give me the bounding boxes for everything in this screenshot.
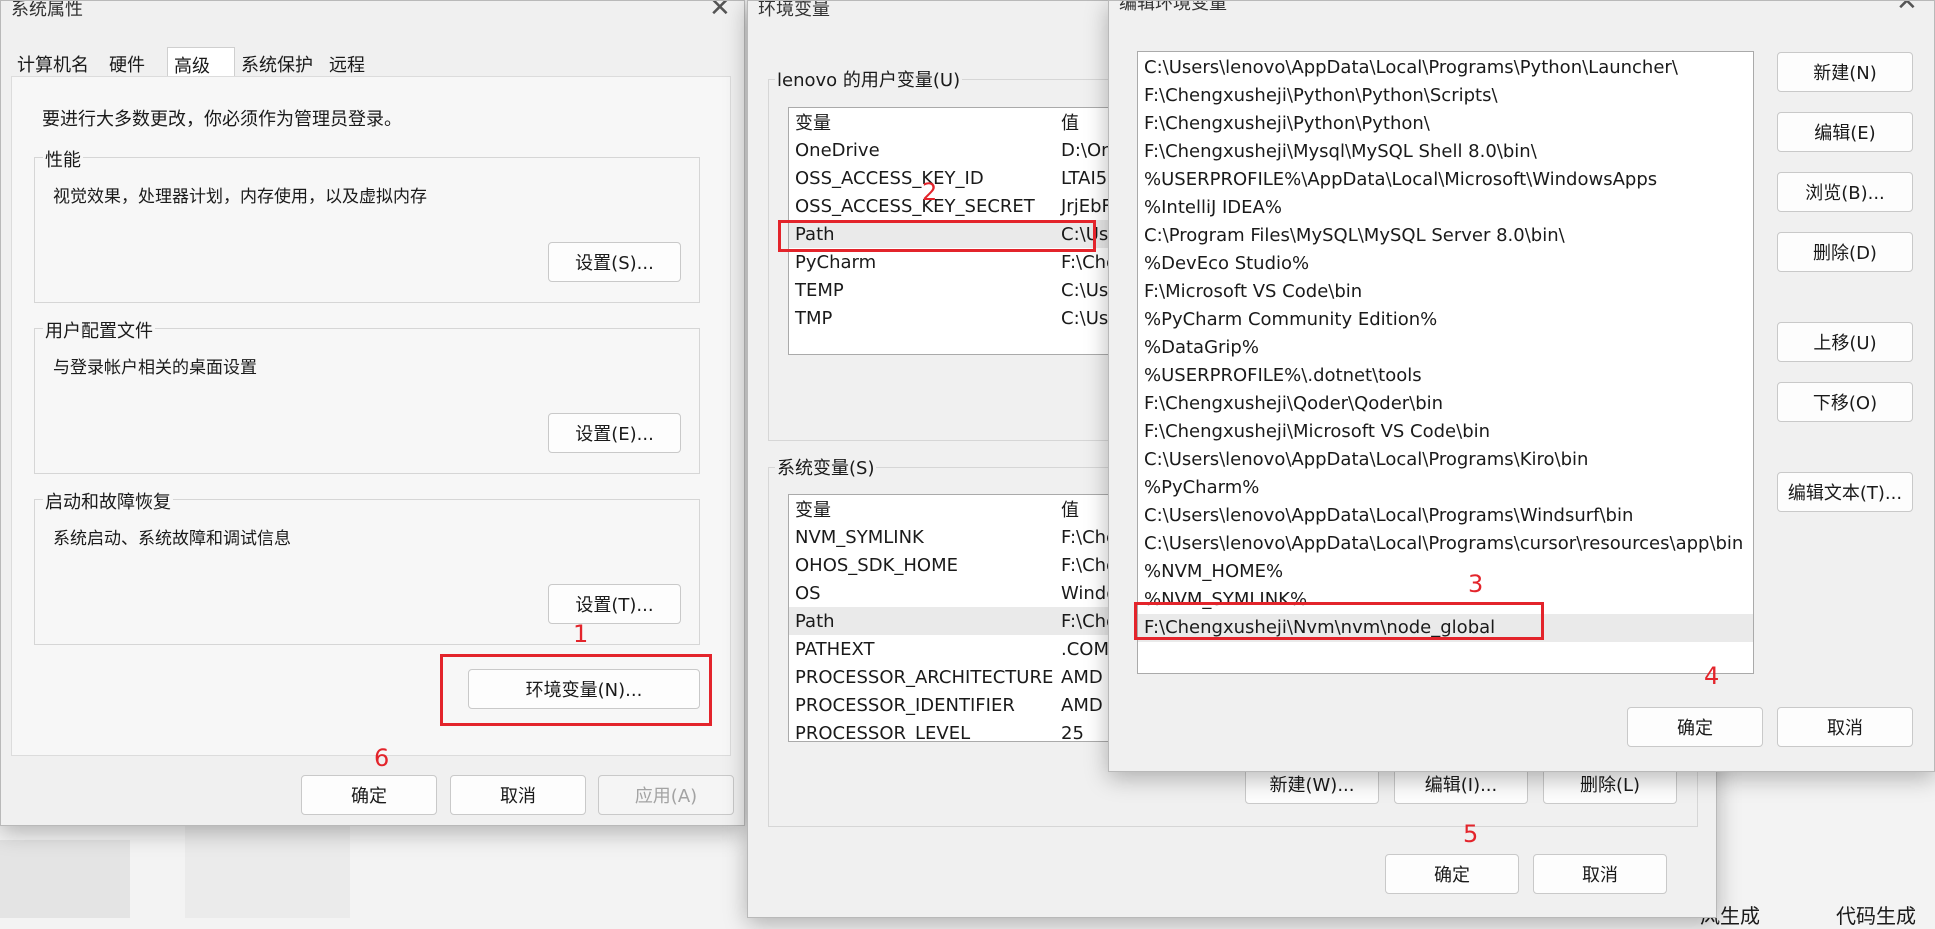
- header-value: 值: [1061, 500, 1079, 521]
- list-item[interactable]: C:\Users\lenovo\AppData\Local\Programs\c…: [1138, 530, 1753, 558]
- list-item[interactable]: F:\Chengxusheji\Microsoft VS Code\bin: [1138, 418, 1753, 446]
- list-item[interactable]: %USERPROFILE%\.dotnet\tools: [1138, 362, 1753, 390]
- edit-button[interactable]: 编辑(E): [1777, 112, 1913, 152]
- header-variable: 变量: [795, 500, 831, 521]
- annotation-number-6: 6: [374, 744, 390, 772]
- list-item[interactable]: F:\Chengxusheji\Python\Python\Scripts\: [1138, 82, 1753, 110]
- tab-system-protection[interactable]: 系统保护: [235, 47, 321, 77]
- delete-button[interactable]: 删除(D): [1777, 232, 1913, 272]
- edit-environment-variable-window: 编辑环境变量 ✕ C:\Users\lenovo\AppData\Local\P…: [1108, 0, 1935, 772]
- performance-settings-button[interactable]: 设置(S)...: [548, 242, 681, 282]
- list-item[interactable]: C:\Program Files\MySQL\MySQL Server 8.0\…: [1138, 222, 1753, 250]
- env-ok-button[interactable]: 确定: [1385, 854, 1519, 894]
- user-profile-desc: 与登录帐户相关的桌面设置: [53, 358, 257, 378]
- list-item[interactable]: C:\Users\lenovo\AppData\Local\Programs\P…: [1138, 54, 1753, 82]
- annotation-number-2: 2: [922, 178, 938, 206]
- background-blur-block-2: [185, 820, 350, 918]
- tab-computer-name[interactable]: 计算机名: [11, 47, 97, 77]
- tab-bar: 计算机名 硬件 高级 系统保护 远程: [11, 47, 373, 77]
- annotation-box-new-entry: [1134, 602, 1544, 640]
- annotation-number-4: 4: [1704, 662, 1720, 690]
- startup-settings-button[interactable]: 设置(T)...: [548, 584, 681, 624]
- ok-button[interactable]: 确定: [301, 775, 437, 815]
- list-item[interactable]: F:\Chengxusheji\Mysql\MySQL Shell 8.0\bi…: [1138, 138, 1753, 166]
- list-item[interactable]: F:\Microsoft VS Code\bin: [1138, 278, 1753, 306]
- system-variables-label: 系统变量(S): [775, 454, 877, 480]
- user-profile-group: 用户配置文件 与登录帐户相关的桌面设置 设置(E)...: [34, 317, 700, 474]
- user-variables-label: lenovo 的用户变量(U): [775, 66, 963, 92]
- edit-ok-button[interactable]: 确定: [1627, 707, 1763, 747]
- background-text-b: 代码生成: [1836, 904, 1916, 928]
- annotation-number-3: 3: [1468, 570, 1484, 598]
- list-item[interactable]: C:\Users\lenovo\AppData\Local\Programs\K…: [1138, 446, 1753, 474]
- list-item[interactable]: %USERPROFILE%\AppData\Local\Microsoft\Wi…: [1138, 166, 1753, 194]
- list-item[interactable]: C:\Users\lenovo\AppData\Local\Programs\W…: [1138, 502, 1753, 530]
- annotation-number-5: 5: [1463, 820, 1479, 848]
- startup-recovery-group: 启动和故障恢复 系统启动、系统故障和调试信息 设置(T)...: [34, 488, 700, 645]
- apply-button[interactable]: 应用(A): [598, 775, 734, 815]
- user-profile-label: 用户配置文件: [43, 317, 155, 343]
- list-item[interactable]: F:\Chengxusheji\Qoder\Qoder\bin: [1138, 390, 1753, 418]
- close-icon[interactable]: ✕: [1896, 1, 1918, 15]
- list-item[interactable]: %PyCharm Community Edition%: [1138, 306, 1753, 334]
- list-item[interactable]: %IntelliJ IDEA%: [1138, 194, 1753, 222]
- new-button[interactable]: 新建(N): [1777, 52, 1913, 92]
- performance-desc: 视觉效果，处理器计划，内存使用，以及虚拟内存: [53, 187, 427, 207]
- env-cancel-button[interactable]: 取消: [1533, 854, 1667, 894]
- list-item[interactable]: F:\Chengxusheji\Python\Python\: [1138, 110, 1753, 138]
- close-icon[interactable]: ✕: [709, 1, 731, 21]
- move-down-button[interactable]: 下移(O): [1777, 382, 1913, 422]
- move-up-button[interactable]: 上移(U): [1777, 322, 1913, 362]
- edit-cancel-button[interactable]: 取消: [1777, 707, 1913, 747]
- header-value: 值: [1061, 113, 1079, 134]
- admin-note: 要进行大多数更改，你必须作为管理员登录。: [42, 109, 402, 130]
- background-blur-block: [0, 840, 130, 918]
- annotation-number-1: 1: [573, 620, 589, 648]
- list-item[interactable]: %DataGrip%: [1138, 334, 1753, 362]
- list-item[interactable]: %PyCharm%: [1138, 474, 1753, 502]
- startup-recovery-desc: 系统启动、系统故障和调试信息: [53, 529, 291, 549]
- user-profile-settings-button[interactable]: 设置(E)...: [548, 413, 681, 453]
- startup-recovery-label: 启动和故障恢复: [43, 488, 173, 514]
- performance-label: 性能: [43, 146, 83, 172]
- window-title: 编辑环境变量: [1119, 0, 1227, 14]
- annotation-box-path-row: [778, 220, 1096, 252]
- window-title: 系统属性: [11, 0, 83, 20]
- edit-text-button[interactable]: 编辑文本(T)...: [1777, 472, 1913, 512]
- cancel-button[interactable]: 取消: [450, 775, 586, 815]
- list-item[interactable]: %DevEco Studio%: [1138, 250, 1753, 278]
- annotation-box-env-button: [440, 654, 712, 726]
- list-item[interactable]: %NVM_HOME%: [1138, 558, 1753, 586]
- tab-advanced[interactable]: 高级: [167, 47, 235, 77]
- tab-remote[interactable]: 远程: [323, 47, 373, 77]
- window-title: 环境变量: [758, 0, 830, 20]
- header-variable: 变量: [795, 113, 831, 134]
- path-entries-list[interactable]: C:\Users\lenovo\AppData\Local\Programs\P…: [1137, 51, 1754, 674]
- tab-hardware[interactable]: 硬件: [103, 47, 153, 77]
- browse-button[interactable]: 浏览(B)...: [1777, 172, 1913, 212]
- performance-group: 性能 视觉效果，处理器计划，内存使用，以及虚拟内存 设置(S)...: [34, 146, 700, 303]
